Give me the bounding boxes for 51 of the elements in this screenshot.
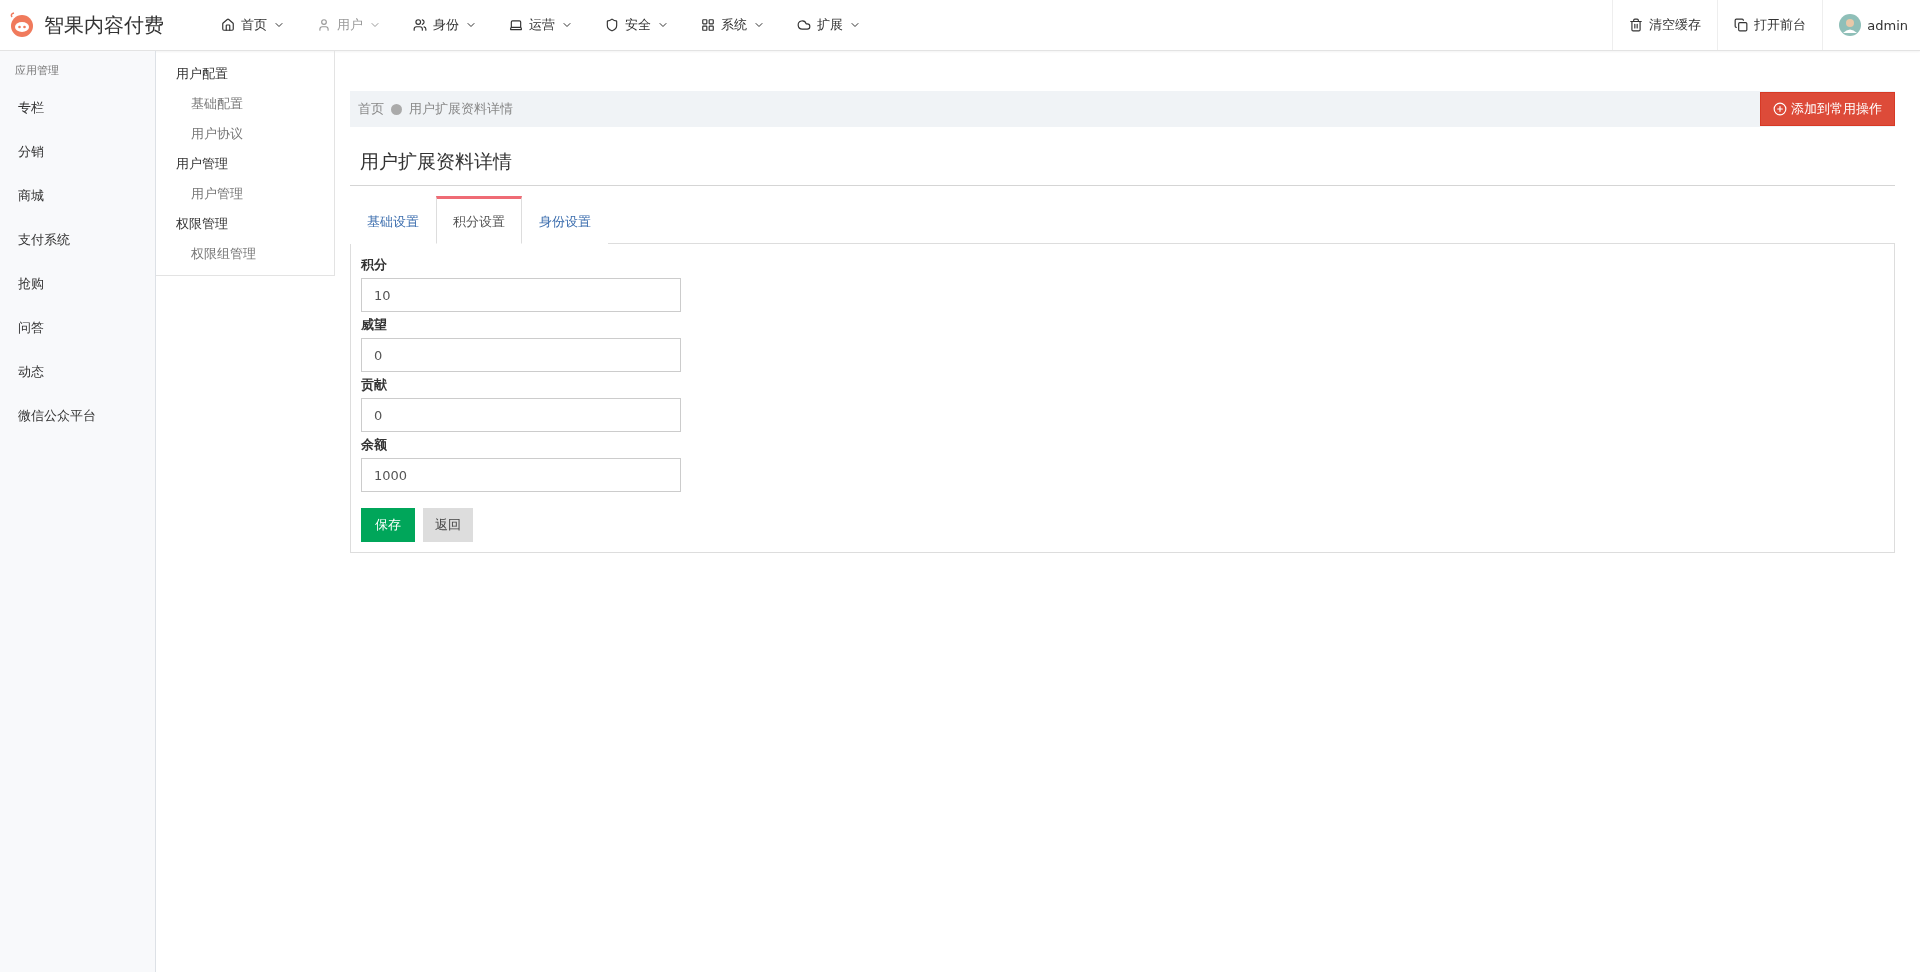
sidebar-item[interactable]: 抢购 bbox=[0, 262, 155, 306]
toolbar-link[interactable]: 清空缓存 bbox=[1612, 0, 1718, 50]
input-field[interactable]: 0 bbox=[361, 338, 681, 372]
submenu-item[interactable]: 用户协议 bbox=[156, 119, 334, 149]
input-field[interactable]: 0 bbox=[361, 398, 681, 432]
nav-item[interactable]: 运营 bbox=[493, 16, 589, 34]
logo-icon bbox=[8, 12, 36, 38]
sidebar-item[interactable]: 商城 bbox=[0, 174, 155, 218]
submenu-group[interactable]: 用户管理 bbox=[156, 149, 334, 179]
tab[interactable]: 积分设置 bbox=[436, 196, 522, 244]
sidebar-item[interactable]: 问答 bbox=[0, 306, 155, 350]
submenu-item[interactable]: 用户管理 bbox=[156, 179, 334, 209]
add-shortcut-button[interactable]: 添加到常用操作 bbox=[1760, 92, 1895, 126]
page-title: 用户扩展资料详情 bbox=[350, 149, 1895, 186]
trash-icon bbox=[1629, 18, 1644, 32]
sidebar-item[interactable]: 分销 bbox=[0, 130, 155, 174]
field-label: 余额 bbox=[361, 436, 388, 454]
nav-item[interactable]: 安全 bbox=[589, 16, 685, 34]
user-menu[interactable]: admin bbox=[1822, 0, 1920, 50]
grid-icon bbox=[701, 18, 715, 32]
copy-icon bbox=[1734, 18, 1749, 32]
field-label: 贡献 bbox=[361, 376, 388, 394]
shield-icon bbox=[605, 18, 619, 32]
back-button[interactable]: 返回 bbox=[423, 508, 473, 542]
nav-item[interactable]: 扩展 bbox=[781, 16, 877, 34]
user-icon bbox=[317, 18, 331, 32]
input-field[interactable]: 1000 bbox=[361, 458, 681, 492]
input-field[interactable]: 10 bbox=[361, 278, 681, 312]
toolbar-link[interactable]: 打开前台 bbox=[1717, 0, 1823, 50]
separator-dot-icon bbox=[391, 103, 402, 115]
home-icon bbox=[221, 18, 235, 32]
submenu-group[interactable]: 权限管理 bbox=[156, 209, 334, 239]
sidebar-item[interactable]: 微信公众平台 bbox=[0, 394, 155, 438]
sidebar-heading: 应用管理 bbox=[14, 63, 60, 79]
submenu-item[interactable]: 权限组管理 bbox=[156, 239, 334, 269]
plus-circle-icon bbox=[1773, 102, 1787, 116]
cloud-icon bbox=[797, 18, 811, 32]
nav-item[interactable]: 系统 bbox=[685, 16, 781, 34]
submenu-group[interactable]: 用户配置 bbox=[156, 59, 334, 89]
sidebar-item[interactable]: 专栏 bbox=[0, 86, 155, 130]
avatar-icon bbox=[1839, 14, 1862, 36]
submenu-item[interactable]: 基础配置 bbox=[156, 89, 334, 119]
users-icon bbox=[413, 18, 427, 32]
field-label: 威望 bbox=[361, 316, 388, 334]
sidebar-item[interactable]: 动态 bbox=[0, 350, 155, 394]
nav-item[interactable]: 首页 bbox=[205, 16, 301, 34]
laptop-icon bbox=[509, 18, 523, 32]
brand-name: 智果内容付费 bbox=[44, 11, 164, 39]
field-label: 积分 bbox=[361, 256, 388, 274]
sidebar-item[interactable]: 支付系统 bbox=[0, 218, 155, 262]
nav-item[interactable]: 身份 bbox=[397, 16, 493, 34]
